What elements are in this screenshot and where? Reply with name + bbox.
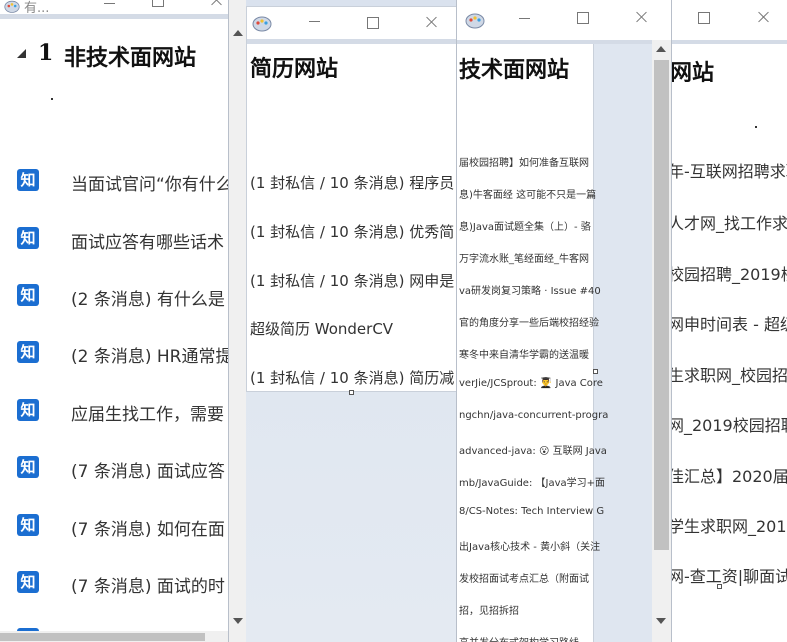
scroll-up-arrow[interactable]: [656, 46, 666, 52]
maximize-button[interactable]: [563, 5, 603, 31]
horizontal-scrollbar[interactable]: [0, 631, 228, 642]
list-item[interactable]: 年-互联网招聘求职: [672, 158, 787, 182]
list-item[interactable]: 息)Java面试题全集（上）- 骆: [459, 218, 591, 233]
app-icon: [252, 16, 272, 32]
list-item[interactable]: 万字流水账_笔经面经_牛客网: [459, 250, 589, 265]
list-item[interactable]: mb/JavaGuide: 【Java学习+面: [459, 474, 605, 489]
zhihu-icon: 知: [17, 571, 39, 593]
list-item[interactable]: 网-查工资|聊面试: [672, 563, 787, 587]
scroll-down-arrow[interactable]: [656, 618, 666, 624]
zhihu-icon: 知: [17, 284, 39, 306]
dot: [51, 98, 53, 100]
list-item[interactable]: advanced-java: 😮 互联网 Java: [459, 442, 607, 457]
titlebar: [247, 7, 456, 37]
zhihu-icon: 知: [17, 227, 39, 249]
close-button[interactable]: [622, 5, 662, 31]
list-item[interactable]: 息)牛客面经 这可能不只是一篇: [459, 186, 596, 201]
window-recruit: 网站 年-互联网招聘求职 人才网_找工作求职 校园招聘_2019校园 网申时间表…: [671, 0, 787, 642]
list-item[interactable]: (7 条消息) 面试应答: [71, 457, 225, 482]
page-panel: 简历网站 (1 封私信 / 10 条消息) 程序员 (1 封私信 / 10 条消…: [246, 6, 456, 392]
zhihu-icon: 知: [17, 169, 39, 191]
list-item[interactable]: 8/CS-Notes: Tech Interview G: [459, 506, 604, 517]
zhihu-icon: 知: [17, 456, 39, 478]
list-item[interactable]: 官的角度分享一些后端校招经验: [459, 314, 599, 329]
maximize-button[interactable]: [684, 5, 724, 31]
bottom-strip: [672, 590, 787, 642]
zhihu-icon: 知: [17, 514, 39, 536]
maximize-button[interactable]: [353, 10, 393, 36]
page-panel: 技术面网站 届校园招聘】如何准备互联网 息)牛客面经 这可能不只是一篇 息)Ja…: [457, 44, 608, 642]
collapse-triangle-icon[interactable]: [16, 48, 27, 59]
close-button[interactable]: [412, 10, 452, 36]
list-item[interactable]: 佳汇总】2020届校: [672, 463, 787, 487]
list-item[interactable]: ngchn/java-concurrent-progra: [459, 410, 608, 421]
list-item[interactable]: (7 条消息) 如何在面: [71, 515, 225, 540]
list-item[interactable]: va研发岗复习策略 · Issue #40: [459, 282, 601, 297]
close-button[interactable]: [197, 0, 228, 14]
list-item[interactable]: 学生求职网_2019: [672, 513, 787, 537]
dot: [755, 126, 757, 128]
list-item[interactable]: 校园招聘_2019校园: [672, 261, 787, 285]
window-nontech: 有... 1 非技术面网站 知 当面试官问“你有什么 知 面试应答有哪些话术 知…: [0, 0, 228, 642]
app-icon: [465, 13, 485, 29]
section-heading: 简历网站: [250, 56, 339, 82]
list-item[interactable]: 高并发分布式架构学习路线: [459, 634, 579, 642]
resize-handle[interactable]: [349, 390, 354, 395]
vertical-scrollbar[interactable]: [652, 40, 671, 642]
minimize-button[interactable]: [295, 8, 335, 34]
list-item[interactable]: 网_2019校园招聘: [672, 412, 787, 436]
scroll-up-arrow[interactable]: [233, 30, 243, 36]
list-item[interactable]: 超级简历 WonderCV: [250, 318, 393, 339]
list-item[interactable]: 应届生找工作，需要: [71, 400, 224, 425]
list-item[interactable]: 发校招面试考点汇总（附面试: [459, 570, 589, 585]
window-tech: 技术面网站 届校园招聘】如何准备互联网 息)牛客面经 这可能不只是一篇 息)Ja…: [456, 0, 671, 642]
maximize-button[interactable]: [138, 0, 178, 14]
left-scrollbar[interactable]: [229, 0, 246, 642]
titlebar: 有...: [0, 0, 228, 16]
titlebar-border: [247, 39, 456, 44]
list-item[interactable]: 届校园招聘】如何准备互联网: [459, 154, 589, 169]
section-heading: 网站: [671, 60, 715, 86]
list-item[interactable]: 当面试官问“你有什么: [71, 170, 228, 195]
list-item[interactable]: 招，见招拆招: [459, 602, 519, 617]
titlebar-border: [672, 40, 787, 44]
section-heading: 技术面网站: [459, 57, 570, 83]
scroll-thumb[interactable]: [0, 633, 205, 641]
list-item[interactable]: 人才网_找工作求职: [672, 210, 787, 234]
list-item[interactable]: verJie/JCSprout: 👨‍🎓 Java Core: [459, 378, 603, 389]
list-item[interactable]: 寒冬中来自清华学霸的送温暖: [459, 346, 589, 361]
window-resume: 简历网站 (1 封私信 / 10 条消息) 程序员 (1 封私信 / 10 条消…: [228, 0, 456, 642]
list-item[interactable]: 网申时间表 - 超级: [672, 311, 787, 335]
section-heading: 非技术面网站: [64, 45, 197, 71]
resize-handle[interactable]: [717, 584, 722, 589]
scroll-down-arrow[interactable]: [233, 618, 243, 624]
app-icon: [4, 0, 20, 13]
minimize-button[interactable]: [505, 5, 545, 31]
resize-handle[interactable]: [593, 369, 598, 374]
list-item[interactable]: (2 条消息) HR通常提: [71, 342, 228, 367]
list-item[interactable]: 出Java核心技术 - 黄小斜（关注: [459, 538, 600, 553]
list-item[interactable]: (1 封私信 / 10 条消息) 网申是: [250, 270, 454, 291]
scroll-thumb[interactable]: [654, 60, 669, 550]
list-item[interactable]: 面试应答有哪些话术: [71, 228, 224, 253]
list-item[interactable]: (7 条消息) 面试的时: [71, 572, 225, 597]
titlebar-border: [0, 14, 228, 19]
titlebar: [457, 0, 671, 40]
zhihu-icon: 知: [17, 341, 39, 363]
zhihu-icon: 知: [17, 399, 39, 421]
list-item[interactable]: (2 条消息) 有什么是: [71, 285, 225, 310]
close-button[interactable]: [744, 5, 784, 31]
section-number: 1: [38, 40, 54, 66]
titlebar: [672, 0, 787, 40]
list-item[interactable]: (1 封私信 / 10 条消息) 优秀简: [250, 221, 454, 242]
list-item[interactable]: 生求职网_校园招聘: [672, 362, 787, 386]
list-item[interactable]: (1 封私信 / 10 条消息) 简历减: [250, 367, 454, 388]
list-item[interactable]: (1 封私信 / 10 条消息) 程序员: [250, 172, 454, 193]
